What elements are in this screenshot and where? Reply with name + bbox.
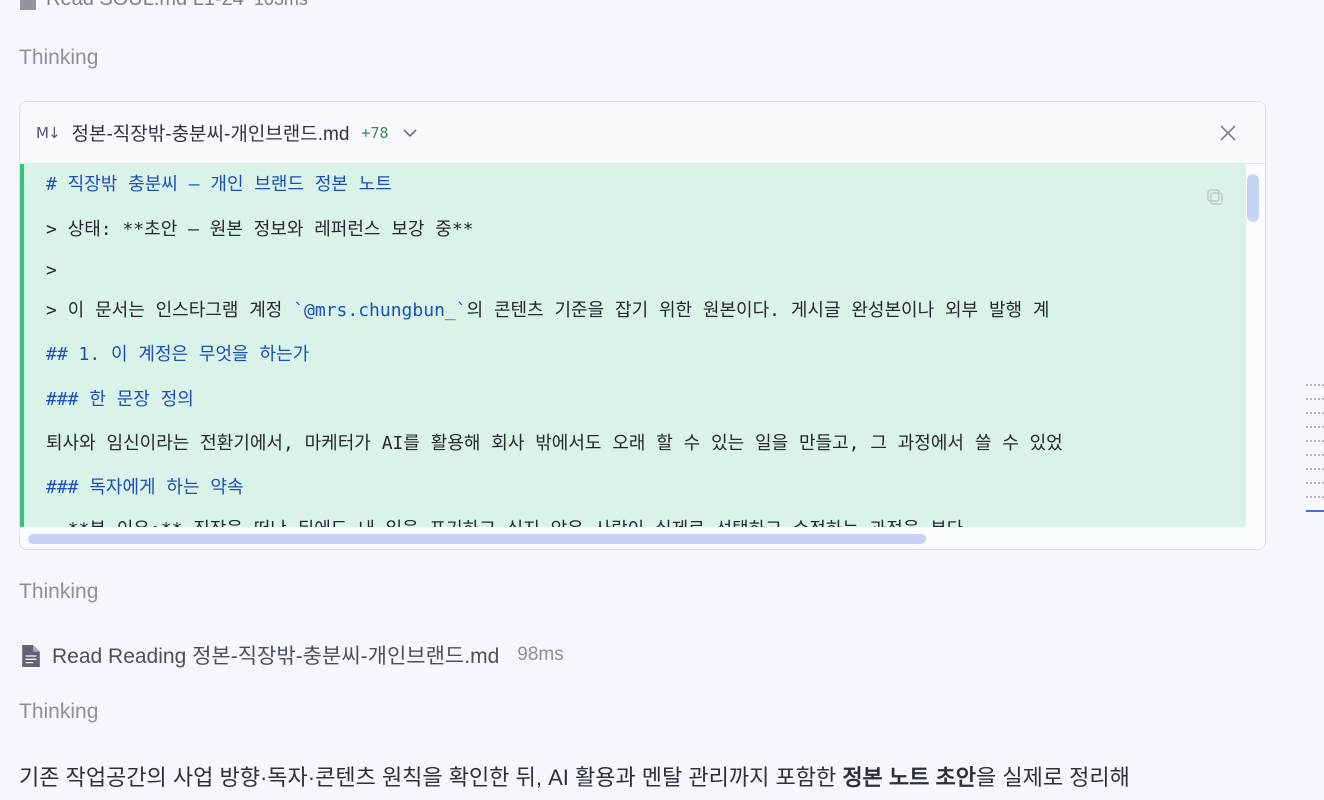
close-icon[interactable] — [1217, 122, 1239, 144]
diff-file-name[interactable]: 정본-직장밖-충분씨-개인브랜드.md — [72, 119, 350, 146]
read-file-duration: 98ms — [517, 644, 564, 665]
minimap-tick — [1306, 398, 1324, 402]
diff-added-count: +78 — [361, 123, 389, 142]
code-editor[interactable]: # 직장밖 충분씨 — 개인 브랜드 정본 노트 > 상태: **초안 — 원본… — [20, 164, 1246, 527]
minimap-tick — [1306, 468, 1324, 472]
read-soul-item[interactable]: Read SOUL.md L1-24 103ms — [20, 0, 308, 11]
minimap-tick — [1306, 426, 1324, 430]
minimap-tick — [1306, 412, 1324, 416]
thinking-label[interactable]: Thinking — [19, 700, 98, 724]
timeline-minimap[interactable] — [1306, 384, 1324, 524]
summary-text: 기존 작업공간의 사업 방향·독자·콘텐츠 원칙을 확인한 뒤, AI 활용과 … — [19, 765, 843, 790]
chevron-down-icon[interactable] — [401, 124, 419, 142]
read-file-label: Read Reading 정본-직장밖-충분씨-개인브랜드.md — [52, 645, 500, 668]
file-diff-header[interactable]: M↓ 정본-직장밖-충분씨-개인브랜드.md +78 — [20, 102, 1265, 164]
copy-icon[interactable] — [1206, 188, 1224, 206]
code-line: > 상태: **초안 — 원본 정보와 레퍼런스 보강 중** — [46, 219, 474, 240]
thinking-label[interactable]: Thinking — [19, 46, 98, 70]
read-soul-label: Read SOUL.md L1-24 — [46, 0, 244, 11]
minimap-tick — [1306, 454, 1324, 458]
horizontal-scrollbar[interactable] — [28, 534, 926, 544]
code-line: - **본 이유:** 직장을 떠난 뒤에도 내 일을 포기하고 싶지 않은 사… — [46, 515, 974, 527]
summary-bold: 정본 노트 초안 — [842, 765, 976, 790]
code-line-text: > 이 문서는 인스타그램 계정 — [46, 300, 294, 321]
code-line: ## 1. 이 계정은 무엇을 하는가 — [46, 344, 310, 365]
minimap-tick — [1306, 482, 1324, 486]
vertical-scrollbar[interactable] — [1247, 174, 1259, 222]
markdown-icon: M↓ — [36, 123, 60, 142]
inline-code: `@mrs.chungbun_` — [293, 300, 467, 321]
code-line: > 이 문서는 인스타그램 계정 `@mrs.chungbun_`의 콘텐츠 기… — [46, 296, 1049, 322]
file-icon — [22, 645, 40, 667]
code-line: > — [46, 260, 57, 281]
read-file-item[interactable]: Read Reading 정본-직장밖-충분씨-개인브랜드.md 98ms — [22, 640, 564, 670]
code-line: 퇴사와 임신이라는 전환기에서, 마케터가 AI를 활용해 회사 밖에서도 오래… — [46, 433, 1063, 454]
minimap-tick — [1306, 496, 1324, 500]
code-line: # 직장밖 충분씨 — 개인 브랜드 정본 노트 — [46, 174, 392, 195]
read-soul-duration: 103ms — [254, 0, 308, 10]
code-line-text: 의 콘텐츠 기준을 잡기 위한 원본이다. 게시글 완성본이나 외부 발행 계 — [466, 300, 1050, 321]
assistant-message: 기존 작업공간의 사업 방향·독자·콘텐츠 원칙을 확인한 뒤, AI 활용과 … — [19, 760, 1130, 792]
file-diff-card: M↓ 정본-직장밖-충분씨-개인브랜드.md +78 # 직장밖 충분씨 — 개… — [19, 101, 1266, 550]
summary-text-end: 을 실제로 정리해 — [975, 765, 1130, 790]
minimap-tick — [1306, 384, 1324, 388]
code-line: ### 한 문장 정의 — [46, 389, 194, 410]
thinking-label[interactable]: Thinking — [19, 580, 98, 604]
code-line: ### 독자에게 하는 약속 — [46, 477, 244, 498]
minimap-tick — [1306, 440, 1324, 444]
file-icon — [20, 0, 36, 10]
minimap-current — [1306, 510, 1324, 514]
